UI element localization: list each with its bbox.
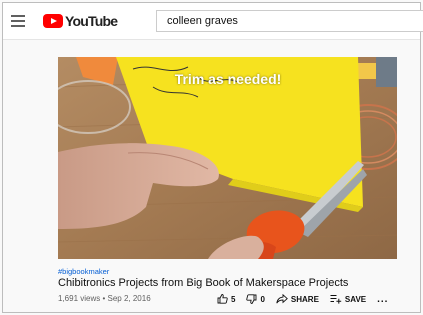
video-frame-image [58, 57, 397, 259]
share-label: SHARE [290, 294, 319, 304]
dislike-count: 0 [260, 294, 265, 304]
save-label: SAVE [344, 294, 367, 304]
thumbs-up-icon [217, 294, 228, 304]
thumbs-down-icon [246, 294, 257, 304]
browser-frame: YouTube colleen graves Trim as needed! #… [2, 2, 423, 313]
video-caption-overlay: Trim as needed! [174, 71, 282, 87]
video-actions: 5 0 SHARE SAVE ... [217, 292, 388, 306]
view-count-date: 1,691 views • Sep 2, 2016 [58, 294, 151, 303]
more-actions-button[interactable]: ... [377, 294, 388, 305]
youtube-logo[interactable]: YouTube [43, 13, 118, 29]
search-input[interactable]: colleen graves [156, 10, 423, 32]
hashtag-link[interactable]: #bigbookmaker [58, 267, 109, 276]
share-button[interactable]: SHARE [276, 294, 319, 304]
share-arrow-icon [276, 294, 288, 304]
save-button[interactable]: SAVE [330, 294, 366, 304]
video-player[interactable]: Trim as needed! [58, 57, 397, 259]
masthead: YouTube colleen graves [3, 3, 423, 40]
playlist-add-icon [330, 295, 342, 304]
play-logo-icon [43, 14, 63, 28]
video-title: Chibitronics Projects from Big Book of M… [58, 277, 349, 289]
like-button[interactable]: 5 [217, 294, 235, 304]
like-count: 5 [231, 294, 236, 304]
hamburger-menu-icon[interactable] [11, 15, 25, 27]
dislike-button[interactable]: 0 [246, 294, 265, 304]
logo-text: YouTube [65, 13, 118, 29]
